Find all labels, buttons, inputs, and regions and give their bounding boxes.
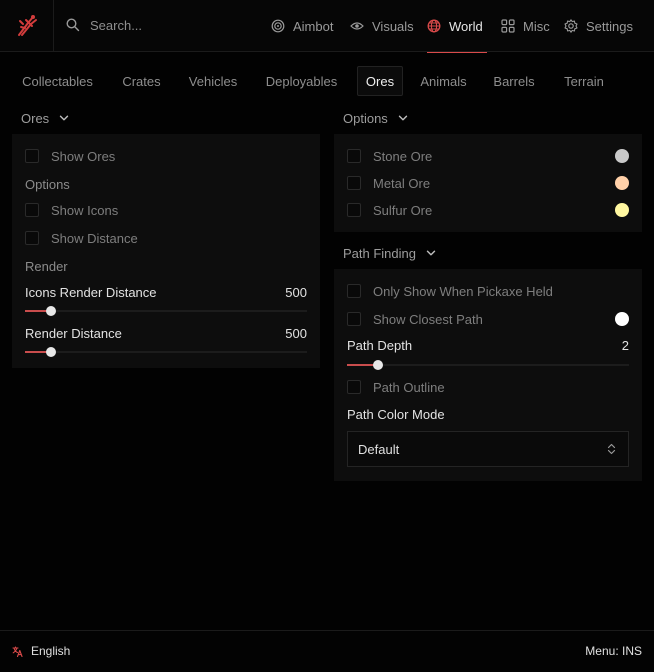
path-color-mode-select[interactable]: Default [347,431,629,467]
nav-settings-label: Settings [586,18,633,34]
nav-misc[interactable]: Misc [501,0,550,52]
sulfur-ore-row[interactable]: Sulfur Ore [347,201,432,219]
tab-vehicles[interactable]: Vehicles [180,66,246,96]
tab-barrels[interactable]: Barrels [484,66,544,96]
render-subheading: Render [25,259,68,274]
render-distance-label: Render Distance [25,326,122,341]
grid-icon [501,19,515,33]
path-color-mode-label: Path Color Mode [347,407,445,422]
metal-ore-checkbox[interactable] [347,176,361,190]
icons-render-distance-value: 500 [285,285,307,300]
show-closest-path-row[interactable]: Show Closest Path [347,310,483,328]
icons-render-distance-slider[interactable] [25,306,307,316]
language-label: English [31,644,71,658]
chevron-down-icon [59,115,69,121]
path-finding-panel: Only Show When Pickaxe Held Show Closest… [334,269,642,481]
stone-ore-row[interactable]: Stone Ore [347,147,432,165]
gear-icon [564,19,578,33]
path-outline-checkbox[interactable] [347,380,361,394]
sulfur-ore-color-swatch[interactable] [615,203,629,217]
nav-aimbot-label: Aimbot [293,18,334,34]
show-ores-checkbox[interactable] [25,149,39,163]
nav-world-label: World [449,18,483,34]
options-subheading: Options [25,177,70,192]
translate-icon [12,645,23,657]
ores-section-header[interactable]: Ores [21,108,69,128]
options-section-title: Options [343,110,388,126]
tab-deployables[interactable]: Deployables [256,66,347,96]
language-selector[interactable]: English [12,642,70,660]
only-show-pickaxe-label: Only Show When Pickaxe Held [373,283,553,299]
tab-terrain[interactable]: Terrain [554,66,614,96]
nav-aimbot[interactable]: Aimbot [271,0,333,52]
path-finding-section-header[interactable]: Path Finding [343,243,436,263]
path-finding-title: Path Finding [343,245,416,261]
stone-ore-label: Stone Ore [373,148,433,164]
eye-icon [350,22,364,30]
render-distance-slider[interactable] [25,347,307,357]
globe-icon [427,19,441,33]
crab-logo-icon [17,15,37,36]
show-icons-row[interactable]: Show Icons [25,201,118,219]
show-closest-path-checkbox[interactable] [347,312,361,326]
closest-path-color-swatch[interactable] [615,312,629,326]
nav-misc-label: Misc [523,18,550,34]
ore-options-panel: Stone Ore Metal Ore Sulfur Ore [334,134,642,232]
tab-animals[interactable]: Animals [413,66,474,96]
target-icon [271,19,285,33]
logo [0,0,54,52]
path-color-mode-value: Default [358,441,400,457]
path-depth-value: 2 [621,338,629,353]
top-bar: Aimbot Visuals World Misc [0,0,654,53]
only-show-pickaxe-row[interactable]: Only Show When Pickaxe Held [347,282,553,300]
path-outline-label: Path Outline [373,379,445,395]
nav-settings[interactable]: Settings [564,0,633,52]
options-section-header[interactable]: Options [343,108,408,128]
show-distance-row[interactable]: Show Distance [25,229,138,247]
show-ores-row[interactable]: Show Ores [25,147,115,165]
search-box[interactable] [66,14,240,36]
slider-track [347,364,629,366]
render-distance-value: 500 [285,326,307,341]
show-distance-label: Show Distance [51,230,138,246]
tab-crates[interactable]: Crates [113,66,170,96]
nav-visuals[interactable]: Visuals [350,0,414,52]
sulfur-ore-checkbox[interactable] [347,203,361,217]
metal-ore-color-swatch[interactable] [615,176,629,190]
path-depth-slider[interactable] [347,360,629,370]
footer: English Menu: INS [0,630,654,672]
show-icons-checkbox[interactable] [25,203,39,217]
menu-key-hint: Menu: INS [585,644,642,658]
show-distance-checkbox[interactable] [25,231,39,245]
tab-collectables[interactable]: Collectables [12,66,103,96]
tab-ores[interactable]: Ores [357,66,403,96]
slider-handle[interactable] [373,360,384,370]
slider-handle[interactable] [46,306,57,316]
metal-ore-row[interactable]: Metal Ore [347,174,430,192]
chevron-up-down-icon [607,443,616,455]
slider-track [25,310,307,312]
chevron-down-icon [426,250,436,256]
chevron-down-icon [398,115,408,121]
slider-handle[interactable] [46,347,57,357]
icons-render-distance-label: Icons Render Distance [25,285,157,300]
stone-ore-color-swatch[interactable] [615,149,629,163]
show-icons-label: Show Icons [51,202,119,218]
show-ores-label: Show Ores [51,148,116,164]
only-show-pickaxe-checkbox[interactable] [347,284,361,298]
path-depth-label: Path Depth [347,338,413,353]
nav-visuals-label: Visuals [372,18,414,34]
nav-world[interactable]: World [427,0,487,53]
stone-ore-checkbox[interactable] [347,149,361,163]
slider-track [25,351,307,353]
ores-section-title: Ores [21,110,50,126]
sulfur-ore-label: Sulfur Ore [373,202,433,218]
search-icon [66,18,80,32]
show-closest-path-label: Show Closest Path [373,311,483,327]
search-input[interactable] [90,17,240,33]
path-outline-row[interactable]: Path Outline [347,378,445,396]
metal-ore-label: Metal Ore [373,175,431,191]
ores-panel: Show Ores Options Show Icons Show Distan… [12,134,320,368]
